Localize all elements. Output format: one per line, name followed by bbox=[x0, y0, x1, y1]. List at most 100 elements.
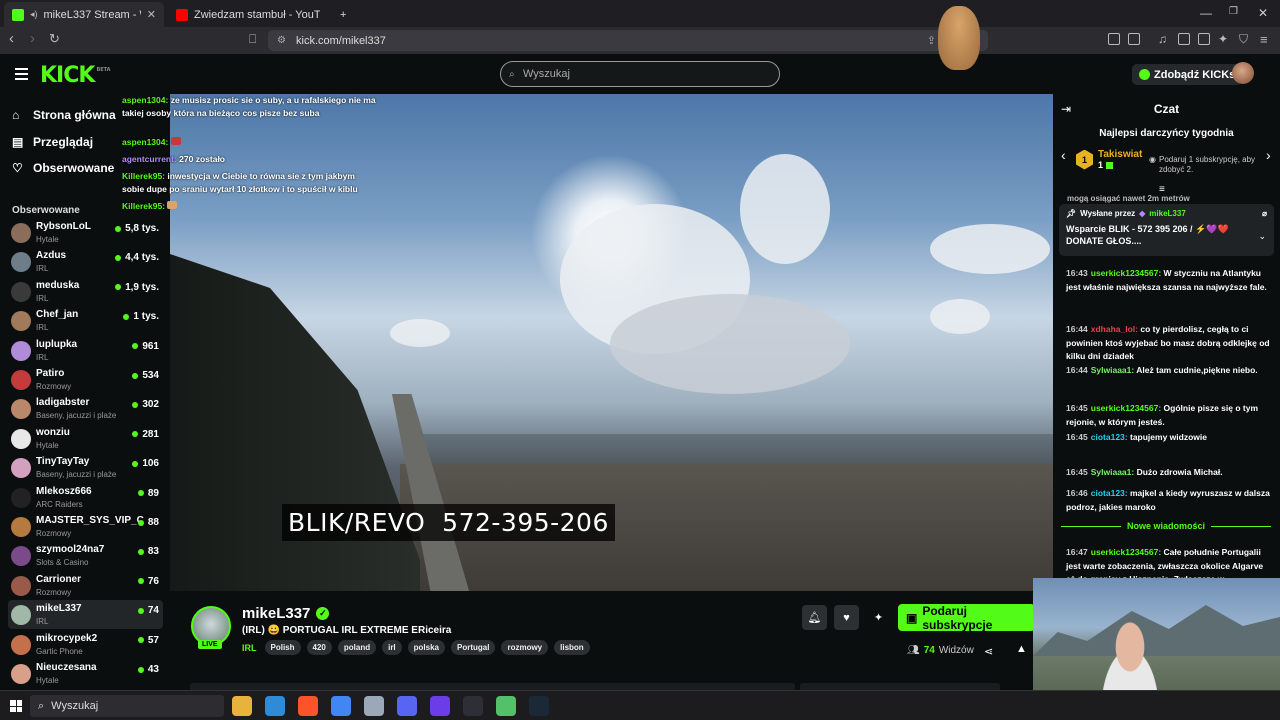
chat-message[interactable]: 16:44 xdhaha_lol: co ty pierdolisz, cegłą… bbox=[1066, 323, 1272, 364]
new-tab-button[interactable]: + bbox=[332, 2, 354, 27]
bookmark-icon[interactable]: ⎕ bbox=[249, 32, 256, 47]
file-explorer-icon[interactable] bbox=[232, 696, 252, 716]
restore-icon[interactable]: ❐ bbox=[1229, 6, 1238, 17]
steam-icon[interactable] bbox=[529, 696, 549, 716]
user-avatar[interactable] bbox=[1232, 62, 1254, 84]
nav-browse[interactable]: ▤ Przeglądaj bbox=[12, 135, 93, 149]
sidebar-channel[interactable]: MAJSTER_SYS_VIP_C Rozmowy 88 bbox=[8, 512, 163, 541]
unpin-icon[interactable]: ⌀ bbox=[1262, 209, 1267, 218]
brave-icon[interactable] bbox=[298, 696, 318, 716]
stream-tag[interactable]: polska bbox=[407, 640, 445, 655]
url-field[interactable]: ⚙ kick.com/mikel337 ⇪ bbox=[268, 30, 988, 51]
extensions-icon[interactable] bbox=[1108, 33, 1120, 45]
clip-button[interactable]: ✦ bbox=[866, 605, 891, 630]
message-user[interactable]: xdhaha_lol: bbox=[1091, 324, 1138, 334]
obs-icon[interactable] bbox=[430, 696, 450, 716]
music-icon[interactable]: ♫ bbox=[1158, 32, 1167, 46]
forward-icon[interactable]: › bbox=[30, 30, 35, 47]
kick-logo[interactable]: KICK BETA bbox=[40, 63, 111, 88]
chat-message[interactable]: 16:43 userkick1234567: W styczniu na Atla… bbox=[1066, 267, 1272, 294]
sidebar-icon[interactable] bbox=[1178, 33, 1190, 45]
gift-subscription-button[interactable]: ▣ Podaruj subskrypcje bbox=[898, 604, 1035, 632]
nav-home[interactable]: ⌂ Strona główna bbox=[12, 108, 116, 122]
sidebar-channel[interactable]: Nieuczesana Hytale 43 bbox=[8, 659, 163, 688]
report-icon[interactable]: ▲ bbox=[1016, 643, 1027, 655]
get-kicks-button[interactable]: Zdobądź KICKs bbox=[1132, 64, 1243, 85]
message-user[interactable]: Sylwiaaa1: bbox=[1091, 467, 1134, 477]
channel-name: Patiro bbox=[36, 368, 65, 379]
menu-icon[interactable]: ≡ bbox=[1260, 32, 1268, 47]
stream-tag[interactable]: Polish bbox=[264, 640, 301, 655]
tab-youtube[interactable]: Zwiedzam stambuł - YouTube bbox=[168, 2, 328, 27]
sidebar-channel[interactable]: meduska IRL 1,9 tys. bbox=[8, 277, 163, 306]
close-window-icon[interactable]: ✕ bbox=[1258, 6, 1268, 20]
stream-tag[interactable]: rozmowy bbox=[501, 640, 549, 655]
ai-icon[interactable]: ✦ bbox=[1218, 32, 1228, 46]
viewer-count-text: 74 bbox=[147, 605, 159, 617]
channel-viewers: 961 bbox=[132, 341, 159, 352]
new-messages-divider[interactable]: Nowe wiadomości bbox=[1061, 521, 1271, 531]
streamer-name[interactable]: mikeL337 bbox=[242, 605, 310, 622]
category-link[interactable]: IRL bbox=[242, 643, 257, 653]
stream-tag[interactable]: irl bbox=[382, 640, 402, 655]
filter-icon[interactable]: ≡ bbox=[1159, 184, 1165, 195]
stream-tag[interactable]: lisbon bbox=[554, 640, 590, 655]
chat-message[interactable]: 16:45 userkick1234567: Ogólnie pisze się … bbox=[1066, 402, 1272, 429]
message-user[interactable]: userkick1234567: bbox=[1091, 547, 1161, 557]
sidebar-channel[interactable]: TinyTayTay Baseny, jacuzzi i plaże 106 bbox=[8, 453, 163, 482]
chevron-down-icon[interactable]: ⌄ bbox=[1258, 231, 1266, 242]
back-icon[interactable]: ‹ bbox=[9, 30, 14, 47]
reload-icon[interactable]: ↻ bbox=[49, 31, 60, 47]
sidebar-channel[interactable]: mikrocypek2 Gartic Phone 57 bbox=[8, 630, 163, 659]
sidebar-channel[interactable]: Chef_jan IRL 1 tys. bbox=[8, 306, 163, 335]
next-arrow-icon[interactable]: › bbox=[1266, 147, 1271, 163]
discord-icon[interactable] bbox=[397, 696, 417, 716]
chrome-icon[interactable] bbox=[331, 696, 351, 716]
chat-message[interactable]: 16:45 Sylwiaaa1: Dużo zdrowia Michał. bbox=[1066, 466, 1272, 480]
windows-start-icon[interactable] bbox=[10, 700, 22, 712]
sidebar-channel[interactable]: szymool24na7 Slots & Casino 83 bbox=[8, 541, 163, 570]
sidebar-channel[interactable]: Azdus IRL 4,4 tys. bbox=[8, 247, 163, 276]
video-player[interactable]: BLIK/REVO 572-395-206 bbox=[170, 94, 1053, 591]
sidebar-channel[interactable]: ladigabster Baseny, jacuzzi i plaże 302 bbox=[8, 394, 163, 423]
share-icon[interactable]: ⇪ bbox=[927, 34, 936, 47]
sidebar-channel[interactable]: Carrioner Rozmowy 76 bbox=[8, 571, 163, 600]
tab-kick[interactable]: ◂) mikeL337 Stream - Watch Liv ✕ bbox=[4, 2, 164, 27]
taskbar-search[interactable]: ⌕ Wyszukaj bbox=[30, 695, 224, 717]
nav-following[interactable]: ♡ Obserwowane bbox=[12, 161, 114, 175]
pinned-message[interactable]: 📌︎ Wysłane przez ◆ mikeL337 ⌀ Wsparcie B… bbox=[1059, 204, 1274, 256]
message-user[interactable]: Sylwiaaa1: bbox=[1091, 365, 1134, 375]
prev-arrow-icon[interactable]: ‹ bbox=[1061, 147, 1066, 163]
edge-icon[interactable] bbox=[265, 696, 285, 716]
sidebar-channel[interactable]: Patiro Rozmowy 534 bbox=[8, 365, 163, 394]
notifications-button[interactable]: 🔔︎ bbox=[802, 605, 827, 630]
wallet-icon[interactable] bbox=[1198, 33, 1210, 45]
minimize-icon[interactable]: — bbox=[1200, 6, 1212, 20]
search-input[interactable]: ⌕ Wyszukaj bbox=[500, 61, 780, 87]
hamburger-icon[interactable] bbox=[15, 68, 28, 83]
stream-tag[interactable]: 420 bbox=[306, 640, 332, 655]
message-user[interactable]: userkick1234567: bbox=[1091, 403, 1161, 413]
site-info-icon[interactable]: ⚙ bbox=[277, 35, 286, 46]
message-user[interactable]: ciota123: bbox=[1091, 488, 1128, 498]
chat-message[interactable]: 16:45 ciota123: tapujemy widzowie bbox=[1066, 431, 1272, 445]
sidebar-channel[interactable]: wonziu Hytale 281 bbox=[8, 424, 163, 453]
share-icon[interactable]: ⋖ bbox=[984, 645, 993, 658]
stream-tool-icon[interactable] bbox=[463, 696, 483, 716]
shield-icon[interactable]: ⛉ bbox=[1239, 32, 1248, 47]
sidebar-channel[interactable]: mikeL337 IRL 74 bbox=[8, 600, 163, 630]
stream-tag[interactable]: poland bbox=[337, 640, 377, 655]
message-user[interactable]: ciota123: bbox=[1091, 432, 1128, 442]
sidebar-channel[interactable]: RybsonLoL Hytale 5,8 tys. bbox=[8, 218, 163, 247]
chatterino-icon[interactable] bbox=[496, 696, 516, 716]
chat-message[interactable]: 16:46 ciota123: majkel a kiedy wyruszasz … bbox=[1066, 487, 1272, 514]
sidebar-channel[interactable]: luplupka IRL 961 bbox=[8, 336, 163, 365]
stream-tag[interactable]: Portugal bbox=[451, 640, 496, 655]
message-user[interactable]: userkick1234567: bbox=[1091, 268, 1161, 278]
sidebar-channel[interactable]: Mlekosz666 ARC Raiders 89 bbox=[8, 483, 163, 512]
chat-message[interactable]: 16:44 Sylwiaaa1: Ależ tam cudnie,piękne n… bbox=[1066, 364, 1272, 378]
notepad-icon[interactable] bbox=[364, 696, 384, 716]
follow-button[interactable]: ♥ bbox=[834, 605, 859, 630]
close-tab-icon[interactable]: ✕ bbox=[147, 8, 156, 21]
screenshot-icon[interactable] bbox=[1128, 33, 1140, 45]
